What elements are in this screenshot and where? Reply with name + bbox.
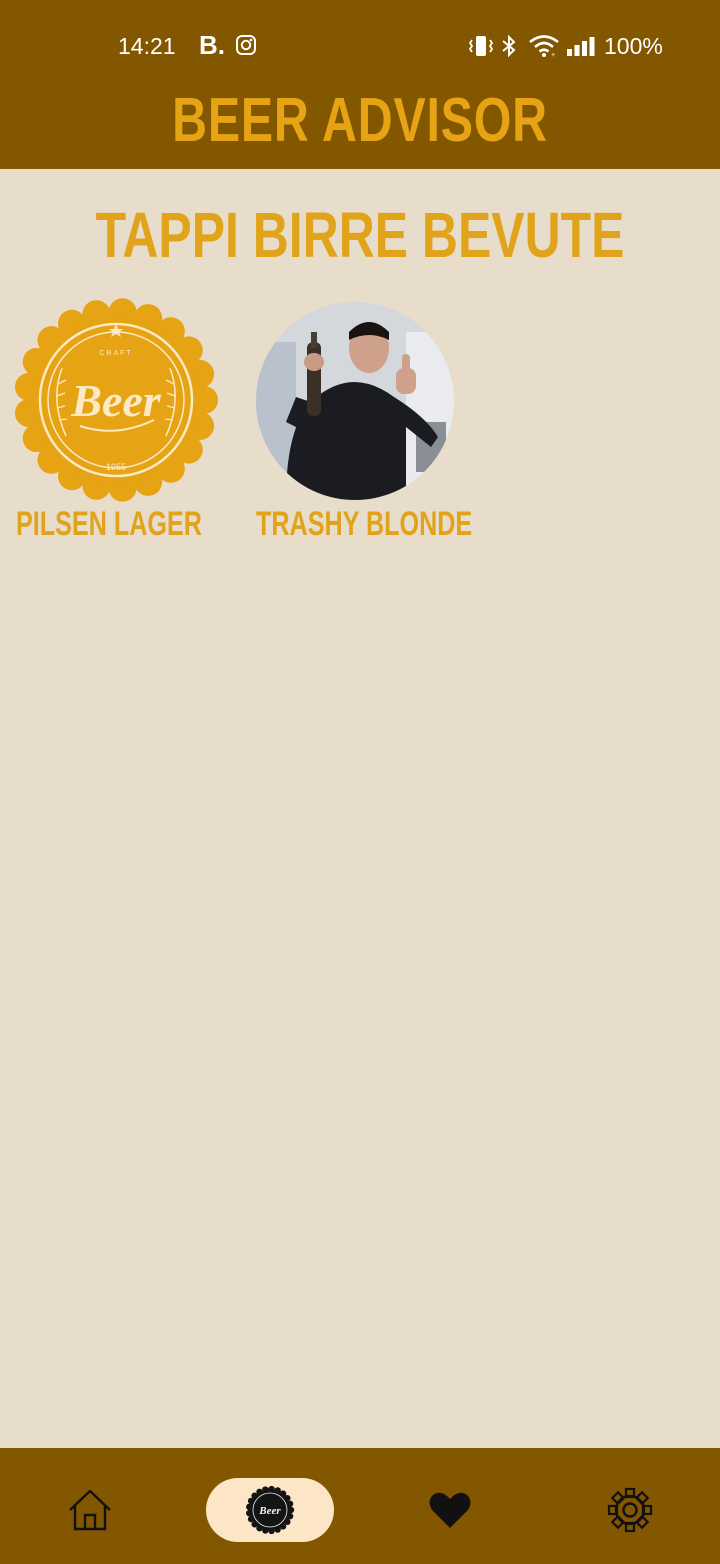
gear-icon (607, 1487, 653, 1533)
heart-icon (429, 1492, 471, 1528)
battery-level: 100% (604, 33, 663, 59)
svg-text:CRAFT: CRAFT (99, 350, 132, 357)
app-header: 14:21 B. + 100% BEER ADVISOR (0, 0, 720, 169)
beer-name: PILSEN LAGER (16, 505, 202, 543)
bottom-navigation: Beer (0, 1448, 720, 1564)
status-time: 14:21 (118, 33, 176, 59)
svg-text:1955: 1955 (106, 462, 126, 472)
nav-home[interactable] (58, 1478, 122, 1542)
nav-beer-caps[interactable]: Beer (206, 1478, 334, 1542)
beer-card[interactable]: TRASHY BLONDE (254, 298, 474, 548)
svg-text:+: + (551, 52, 555, 58)
vibrate-icon (468, 34, 494, 64)
beer-name: TRASHY BLONDE (256, 505, 473, 543)
page-title: TAPPI BIRRE BEVUTE (95, 199, 625, 271)
wifi-icon: + (528, 34, 560, 64)
bottle-cap-icon: Beer (246, 1485, 295, 1535)
user-photo (256, 302, 454, 500)
beer-card[interactable]: CRAFT Beer 1955 PILSEN LAGER (14, 298, 234, 548)
home-icon (69, 1489, 111, 1531)
nav-favorites[interactable] (418, 1478, 482, 1542)
signal-icon (566, 36, 596, 62)
app-title: BEER ADVISOR (172, 86, 548, 155)
beer-cap-icon: CRAFT Beer 1955 (14, 298, 218, 502)
nav-settings[interactable] (598, 1478, 662, 1542)
bluetooth-icon (500, 34, 518, 64)
svg-text:Beer: Beer (70, 375, 162, 426)
instagram-icon (235, 34, 257, 62)
booking-app-icon: B. (199, 30, 225, 60)
status-bar: 14:21 B. + 100% (0, 30, 720, 64)
svg-text:Beer: Beer (258, 1505, 281, 1517)
